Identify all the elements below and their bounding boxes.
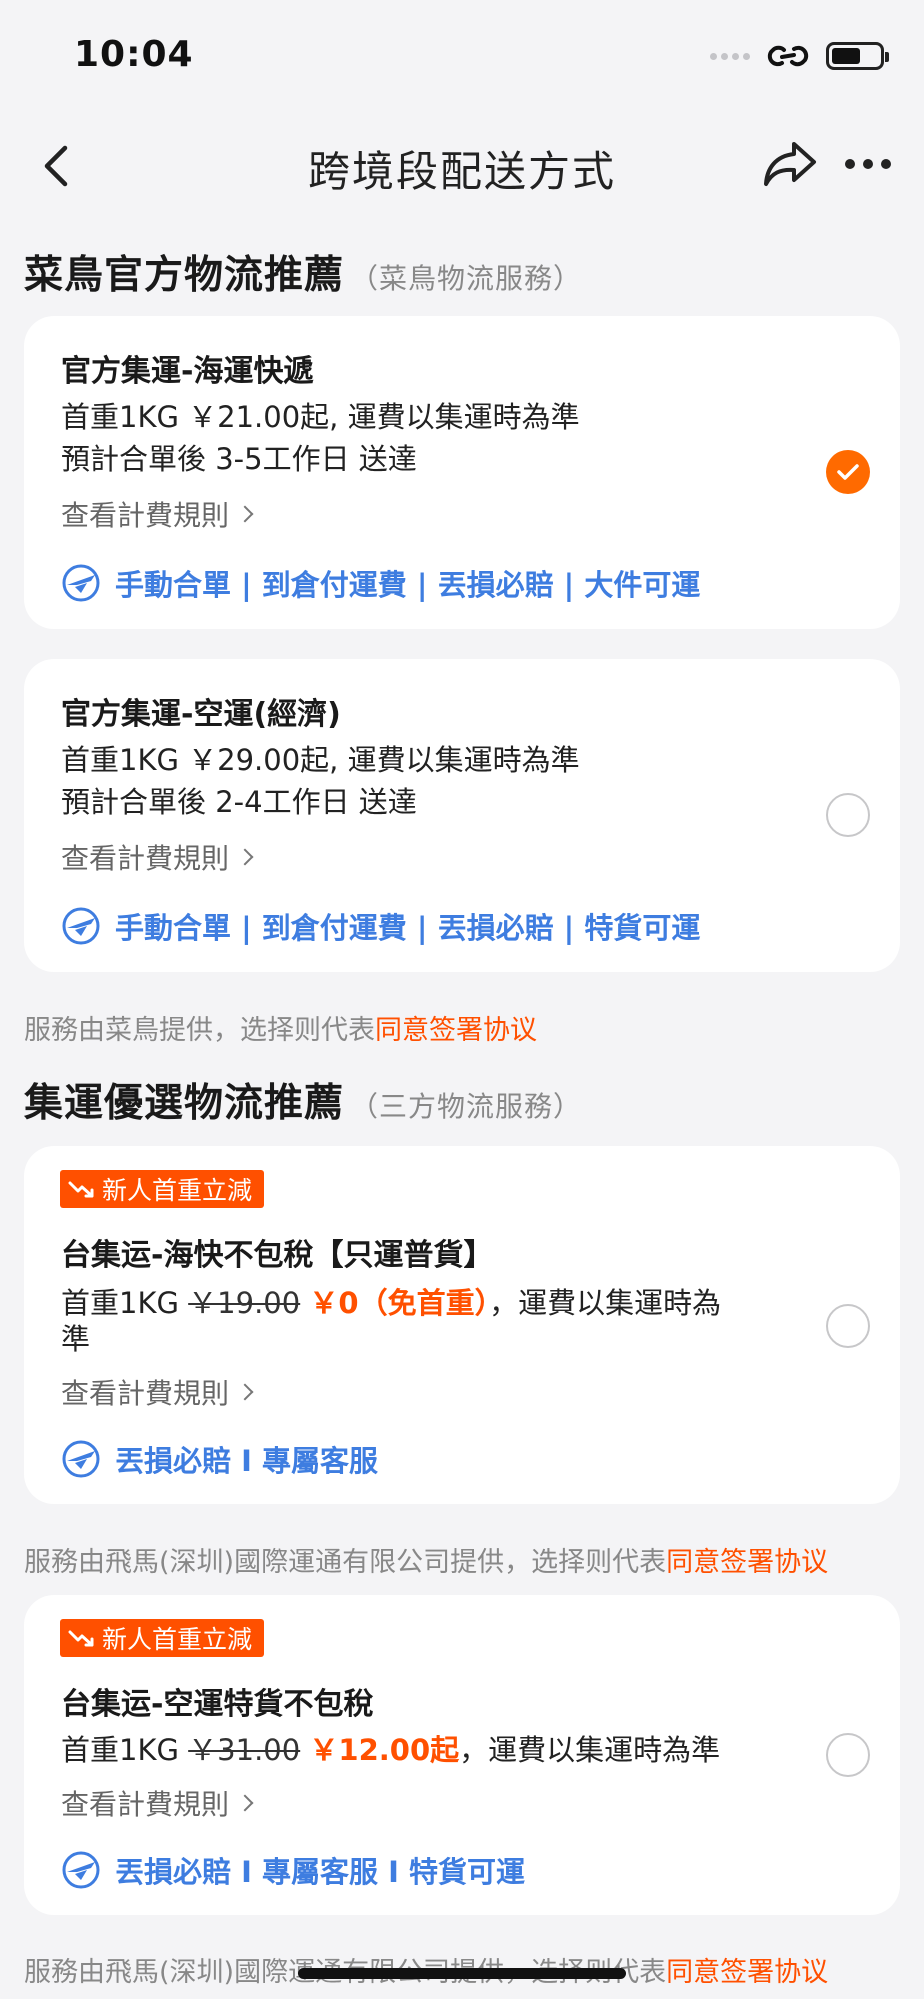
option-radio[interactable] xyxy=(826,1733,870,1777)
feature-tags-text: 手動合單 | 到倉付運費 | 丟損必賠 | 大件可運 xyxy=(115,568,701,602)
price-suffix: ，運費以集運時為準 xyxy=(459,1733,721,1767)
provider-notice-text: 服務由飛馬(深圳)國際運通有限公司提供，选择则代表 xyxy=(24,1547,667,1578)
shipping-option-name: 台集运-空運特貨不包稅 xyxy=(61,1687,374,1722)
feature-tags: 丟損必賠 I 專屬客服 xyxy=(61,1438,378,1480)
provider-notice: 服務由菜鳥提供，选择则代表同意签署协议 xyxy=(24,1008,537,1047)
provider-notice: 服務由飛馬(深圳)國際運通有限公司提供，选择则代表同意签署协议 xyxy=(24,1540,828,1579)
status-bar: 10:04 xyxy=(0,0,924,110)
agreement-link[interactable]: 同意签署协议 xyxy=(375,1015,537,1046)
promo-badge: 新人首重立減 xyxy=(60,1619,265,1657)
nav-bar: 跨境段配送方式 xyxy=(0,120,924,210)
section-official-title: 菜鳥官方物流推薦 （菜鳥物流服務） xyxy=(24,244,582,300)
option-radio-selected[interactable] xyxy=(826,450,870,494)
shipping-option-card[interactable]: 新人首重立減 台集运-空運特貨不包稅 首重1KG ￥31.00 ￥12.00起，… xyxy=(24,1595,900,1915)
section-partner-heading: 集運優選物流推薦 xyxy=(24,1081,345,1126)
shipping-option-name: 官方集運-海運快遞 xyxy=(61,354,314,389)
feature-tags: 手動合單 | 到倉付運費 | 丟損必賠 | 特貨可運 xyxy=(61,905,700,947)
shipping-option-card[interactable]: 官方集運-海運快遞 首重1KG ￥21.00起, 運費以集運時為準 預計合單後 … xyxy=(24,316,900,629)
view-pricing-rules-label: 查看計費規則 xyxy=(61,1788,230,1821)
original-price: ￥31.00 xyxy=(188,1733,301,1767)
view-pricing-rules-label: 查看計費規則 xyxy=(61,1377,230,1410)
agreement-link[interactable]: 同意签署协议 xyxy=(666,1547,828,1578)
trend-down-icon xyxy=(68,1630,94,1647)
option-radio[interactable] xyxy=(826,1304,870,1348)
feature-tags-text: 丟損必賠 I 專屬客服 I 特貨可運 xyxy=(115,1855,525,1889)
view-pricing-rules-link[interactable]: 查看計費規則 xyxy=(61,1783,254,1823)
view-pricing-rules-label: 查看計費規則 xyxy=(61,842,230,875)
promo-badge-label: 新人首重立減 xyxy=(102,1176,253,1205)
shipping-option-name: 官方集運-空運(經濟) xyxy=(61,697,341,732)
chevron-right-icon xyxy=(236,848,254,866)
discount-price: ￥0（免首重） xyxy=(309,1286,490,1320)
price-suffix-wrap: 準 xyxy=(61,1322,91,1356)
trend-down-icon xyxy=(68,1181,94,1198)
shipping-option-name: 台集运-海快不包稅【只運普貨】 xyxy=(61,1238,494,1273)
promo-badge-label: 新人首重立減 xyxy=(102,1625,253,1654)
shipping-option-price: 首重1KG ￥31.00 ￥12.00起，運費以集運時為準 xyxy=(61,1727,720,1769)
shipping-option-price: 首重1KG ￥29.00起, 運費以集運時為準 xyxy=(61,743,580,777)
shipping-option-price: 首重1KG ￥19.00 ￥0（免首重），運費以集運時為 xyxy=(61,1280,721,1322)
original-price: ￥19.00 xyxy=(188,1286,301,1320)
view-pricing-rules-link[interactable]: 查看計費規則 xyxy=(61,837,254,877)
view-pricing-rules-link[interactable]: 查看計費規則 xyxy=(61,494,254,534)
shipping-option-price: 首重1KG ￥21.00起, 運費以集運時為準 xyxy=(61,400,580,434)
chevron-right-icon xyxy=(236,1794,254,1812)
provider-notice-text: 服務由菜鳥提供，选择则代表 xyxy=(24,1015,375,1046)
feature-tags: 手動合單 | 到倉付運費 | 丟損必賠 | 大件可運 xyxy=(61,562,700,604)
view-pricing-rules-link[interactable]: 查看計費規則 xyxy=(61,1372,254,1412)
status-icons xyxy=(710,40,889,72)
option-radio[interactable] xyxy=(826,793,870,837)
plane-icon xyxy=(62,564,100,602)
section-official-heading: 菜鳥官方物流推薦 xyxy=(24,253,345,298)
shipping-option-eta: 預計合單後 3-5工作日 送達 xyxy=(61,442,417,476)
link-icon xyxy=(767,45,809,67)
shipping-option-card[interactable]: 官方集運-空運(經濟) 首重1KG ￥29.00起, 運費以集運時為準 預計合單… xyxy=(24,659,900,972)
signal-icon xyxy=(710,52,750,60)
shipping-option-eta: 預計合單後 2-4工作日 送達 xyxy=(61,785,417,819)
discount-price: ￥12.00起 xyxy=(309,1733,460,1767)
price-prefix: 首重1KG xyxy=(61,1286,179,1320)
promo-badge: 新人首重立減 xyxy=(60,1170,265,1208)
plane-icon xyxy=(62,907,100,945)
share-icon xyxy=(764,142,816,186)
section-partner-title: 集運優選物流推薦 （三方物流服務） xyxy=(24,1072,582,1128)
check-icon xyxy=(837,464,859,480)
price-suffix: ，運費以集運時為 xyxy=(489,1286,722,1320)
feature-tags: 丟損必賠 I 專屬客服 I 特貨可運 xyxy=(61,1849,525,1891)
more-button[interactable] xyxy=(836,136,900,192)
feature-tags-text: 手動合單 | 到倉付運費 | 丟損必賠 | 特貨可運 xyxy=(115,911,701,945)
share-button[interactable] xyxy=(760,136,820,192)
agreement-link[interactable]: 同意签署协议 xyxy=(666,1957,828,1988)
chevron-right-icon xyxy=(236,1383,254,1401)
plane-icon xyxy=(62,1440,100,1478)
feature-tags-text: 丟損必賠 I 專屬客服 xyxy=(115,1444,378,1478)
section-partner-subtitle: （三方物流服務） xyxy=(350,1090,583,1123)
battery-icon xyxy=(826,42,889,70)
more-icon xyxy=(845,159,855,169)
status-time: 10:04 xyxy=(74,34,194,75)
chevron-right-icon xyxy=(236,505,254,523)
plane-icon xyxy=(62,1851,100,1889)
price-prefix: 首重1KG xyxy=(61,1733,179,1767)
shipping-option-card[interactable]: 新人首重立減 台集运-海快不包稅【只運普貨】 首重1KG ￥19.00 ￥0（免… xyxy=(24,1146,900,1504)
home-indicator[interactable] xyxy=(298,1968,626,1979)
view-pricing-rules-label: 查看計費規則 xyxy=(61,499,230,532)
section-official-subtitle: （菜鳥物流服務） xyxy=(350,262,583,295)
